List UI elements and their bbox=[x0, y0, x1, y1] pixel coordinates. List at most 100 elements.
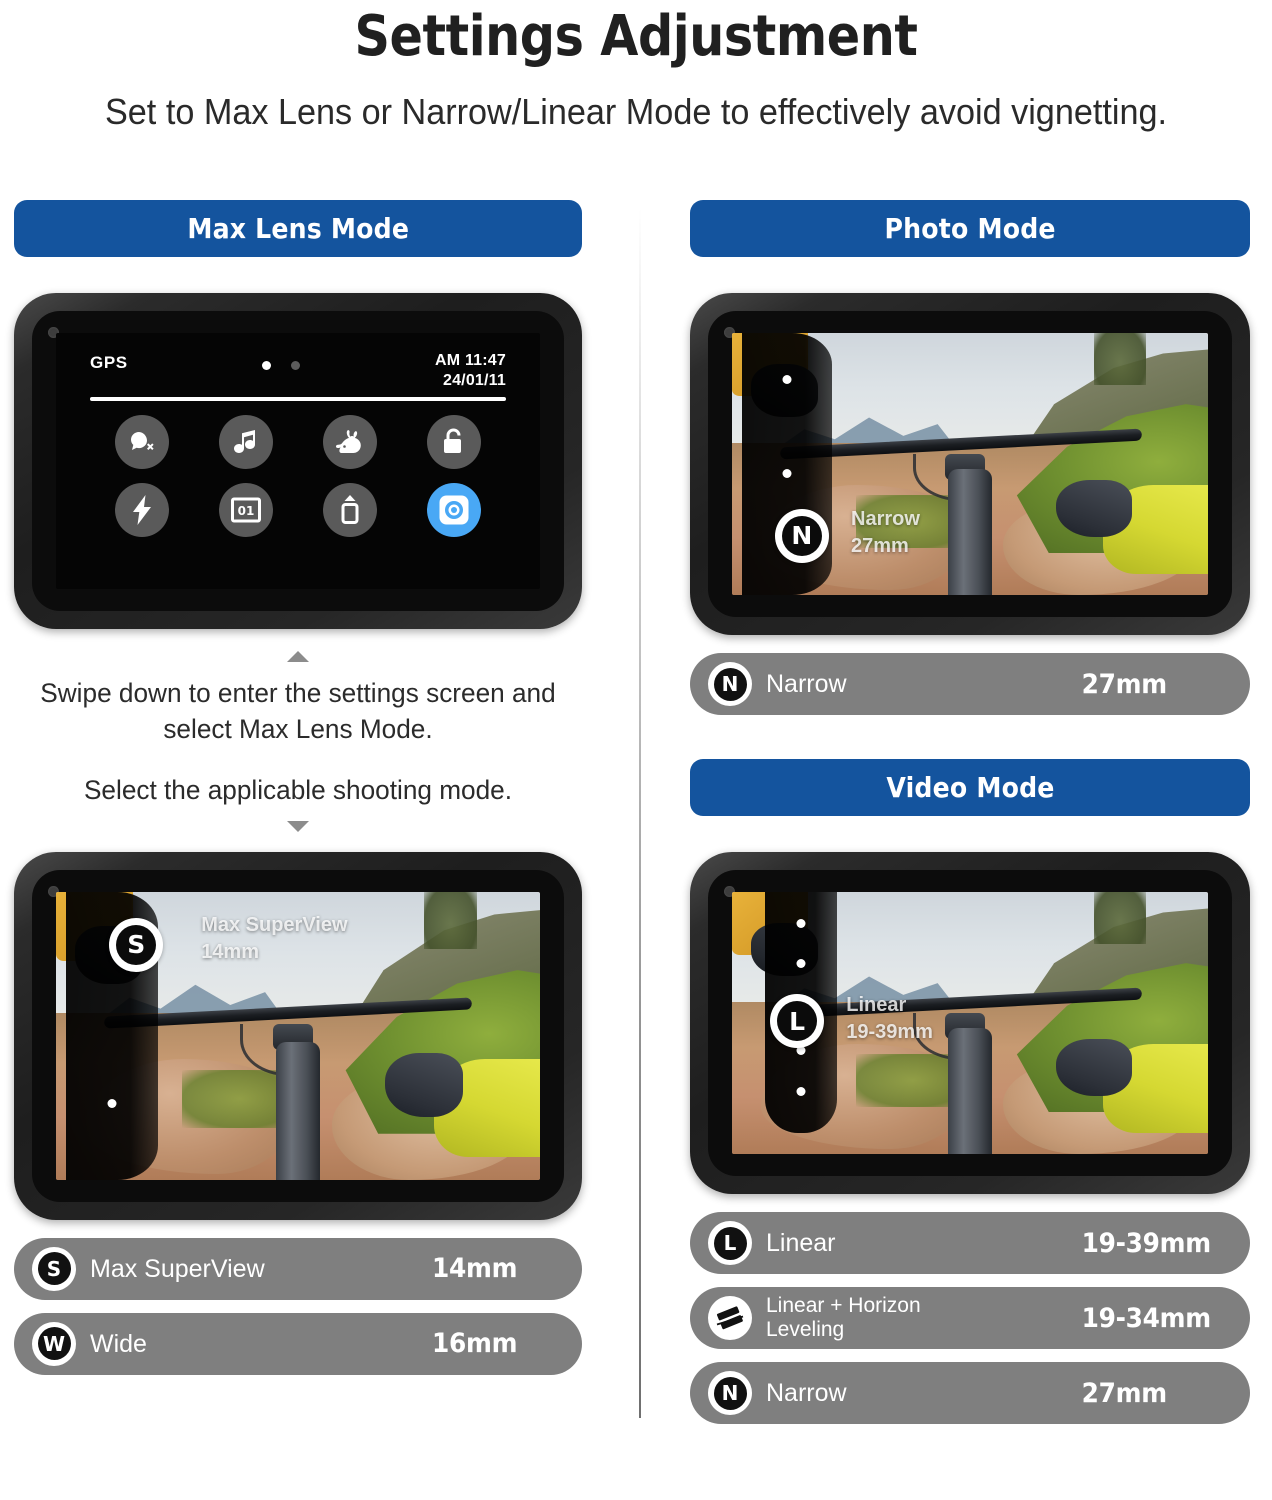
horizon-leveling-icon bbox=[708, 1296, 752, 1340]
lens-badge-n-icon: N bbox=[708, 1371, 752, 1415]
lens-badge-letter: S bbox=[37, 1252, 71, 1286]
camera-bezel: GPS AM 11:47 24/01/11 01 bbox=[32, 311, 564, 611]
camera-display-preview-narrow-photo: Narrow 27mm N bbox=[732, 333, 1208, 595]
tile-screen-saver[interactable]: 01 bbox=[219, 483, 273, 537]
vignette-dot bbox=[796, 959, 806, 969]
instruction-text-2: Select the applicable shooting mode. bbox=[83, 775, 513, 806]
lens-pill-narrow-photo[interactable]: N Narrow 27mm bbox=[690, 653, 1250, 715]
status-divider bbox=[90, 397, 506, 401]
camera-photo-mode-preview: Narrow 27mm N bbox=[690, 293, 1250, 635]
rider-glove-right bbox=[385, 1053, 463, 1117]
lens-pill-value: 16mm bbox=[432, 1328, 518, 1360]
clock-time: AM 11:47 bbox=[435, 352, 506, 369]
lens-badge-l-icon: L bbox=[708, 1221, 752, 1265]
max-lens-mode-icon bbox=[438, 494, 470, 526]
lens-pill-list-maxlens: S Max SuperView 14mm W Wide 16mm bbox=[14, 1237, 582, 1375]
banner-label: Max Lens Mode bbox=[187, 212, 409, 245]
rider-glove-right bbox=[1055, 479, 1132, 538]
page-title: Settings Adjustment bbox=[354, 4, 918, 69]
preview-mode-badge-letter: L bbox=[777, 1001, 818, 1042]
front-screen-flash-icon bbox=[132, 495, 152, 525]
camera-settings-screen: GPS AM 11:47 24/01/11 01 bbox=[14, 293, 582, 629]
preview-mode-badge-linear: L bbox=[770, 994, 825, 1049]
page-dot-active[interactable] bbox=[262, 361, 272, 370]
banner-label: Video Mode bbox=[885, 771, 1055, 804]
lens-pill-name: Linear + Horizon Leveling bbox=[766, 1293, 921, 1341]
tile-eject-sd-card[interactable] bbox=[323, 483, 377, 537]
vignette-dot bbox=[782, 469, 792, 479]
clock-block: AM 11:47 24/01/11 bbox=[435, 351, 506, 392]
page-dot-inactive[interactable] bbox=[291, 361, 301, 370]
vignette-dot bbox=[796, 918, 806, 928]
screen-lock-unlocked-icon bbox=[442, 428, 466, 456]
tile-quick-capture[interactable] bbox=[323, 415, 377, 469]
tile-beeps[interactable] bbox=[219, 415, 273, 469]
lens-pill-value: 19-34mm bbox=[1081, 1302, 1212, 1334]
camera-bezel: Narrow 27mm N bbox=[708, 311, 1232, 617]
lens-badge-n-icon: N bbox=[708, 662, 752, 706]
lens-badge-s-icon: S bbox=[32, 1246, 76, 1291]
beeps-music-note-icon bbox=[234, 428, 258, 456]
lens-pill-list-photo: N Narrow 27mm bbox=[690, 653, 1250, 715]
lens-pill-value: 27mm bbox=[1081, 668, 1168, 700]
caret-down-icon bbox=[287, 820, 309, 832]
lens-pill-value: 19-39mm bbox=[1081, 1227, 1212, 1259]
camera-display-settings: GPS AM 11:47 24/01/11 01 bbox=[56, 333, 540, 589]
preview-mode-badge-superview: S bbox=[109, 917, 164, 972]
caret-up-icon bbox=[287, 651, 309, 662]
voice-control-off-icon bbox=[128, 430, 156, 454]
tile-voice-control-off[interactable] bbox=[115, 415, 169, 469]
page-indicator-dots bbox=[262, 351, 301, 370]
tile-front-screen-flash[interactable] bbox=[115, 483, 169, 537]
preview-mode-badge-letter: S bbox=[116, 924, 157, 965]
tree bbox=[1093, 892, 1147, 945]
lens-pill-max-superview[interactable]: S Max SuperView 14mm bbox=[14, 1237, 582, 1300]
camera-display-preview-linear-video: Linear 19-39mm L bbox=[732, 892, 1208, 1154]
vignette-dot bbox=[796, 1087, 806, 1097]
lens-pill-name: Max SuperView bbox=[90, 1254, 265, 1283]
lens-badge-letter: N bbox=[713, 667, 747, 701]
left-column: Max Lens Mode GPS AM 11:47 24/01/11 01 S… bbox=[0, 200, 636, 1500]
tree bbox=[1093, 333, 1147, 386]
camera-bezel: Max SuperView 14mm S bbox=[32, 869, 564, 1202]
suspension-fork bbox=[948, 1028, 992, 1154]
tile-screen-lock[interactable] bbox=[427, 415, 481, 469]
lens-pill-narrow-video[interactable]: N Narrow 27mm bbox=[690, 1362, 1250, 1424]
lens-pill-name: Narrow bbox=[766, 1378, 847, 1407]
lens-pill-linear-horizon-leveling[interactable]: Linear + Horizon Leveling 19-34mm bbox=[690, 1287, 1250, 1349]
camera-video-mode-preview: Linear 19-39mm L bbox=[690, 852, 1250, 1194]
vignette-dot bbox=[782, 374, 792, 384]
screen-saver-01-icon: 01 bbox=[231, 497, 261, 523]
tile-max-lens-mode[interactable] bbox=[427, 483, 481, 537]
instructions-block: Swipe down to enter the settings screen … bbox=[14, 651, 582, 832]
camera-display-preview-superview: Max SuperView 14mm S bbox=[56, 891, 540, 1180]
suspension-fork bbox=[948, 469, 992, 595]
page-subtitle: Set to Max Lens or Narrow/Linear Mode to… bbox=[104, 91, 1168, 133]
vignette-dot bbox=[107, 1099, 117, 1109]
rider-glove-right bbox=[1055, 1038, 1132, 1097]
clock-date: 24/01/11 bbox=[442, 372, 506, 390]
lens-badge-letter: N bbox=[713, 1376, 747, 1410]
lens-pill-name: Narrow bbox=[766, 669, 847, 698]
suspension-fork bbox=[276, 1041, 320, 1180]
lens-pill-name: Linear bbox=[766, 1228, 836, 1257]
banner-photo-mode: Photo Mode bbox=[690, 200, 1250, 257]
content-columns: Max Lens Mode GPS AM 11:47 24/01/11 01 S… bbox=[0, 200, 1272, 1500]
lens-pill-linear[interactable]: L Linear 19-39mm bbox=[690, 1212, 1250, 1274]
camera-max-superview-preview: Max SuperView 14mm S bbox=[14, 851, 582, 1220]
lens-pill-value: 27mm bbox=[1081, 1377, 1168, 1409]
banner-max-lens-mode: Max Lens Mode bbox=[14, 200, 582, 257]
lens-pill-name: Wide bbox=[90, 1329, 147, 1358]
lens-badge-letter: L bbox=[713, 1226, 747, 1260]
page-header: Settings Adjustment Set to Max Lens or N… bbox=[0, 0, 1272, 133]
lens-pill-list-video: L Linear 19-39mm Linear + Horizon Leveli… bbox=[690, 1212, 1250, 1424]
preview-mode-badge-letter: N bbox=[781, 515, 822, 556]
settings-tile-grid: 01 bbox=[90, 415, 506, 537]
status-bar: GPS AM 11:47 24/01/11 bbox=[90, 351, 506, 395]
instruction-text-1: Swipe down to enter the settings screen … bbox=[40, 678, 556, 744]
preview-mode-badge-narrow: N bbox=[774, 508, 829, 563]
eject-sd-card-icon bbox=[339, 495, 361, 525]
banner-video-mode: Video Mode bbox=[690, 759, 1250, 816]
lens-pill-wide[interactable]: W Wide 16mm bbox=[14, 1312, 582, 1375]
camera-bezel: Linear 19-39mm L bbox=[708, 870, 1232, 1176]
